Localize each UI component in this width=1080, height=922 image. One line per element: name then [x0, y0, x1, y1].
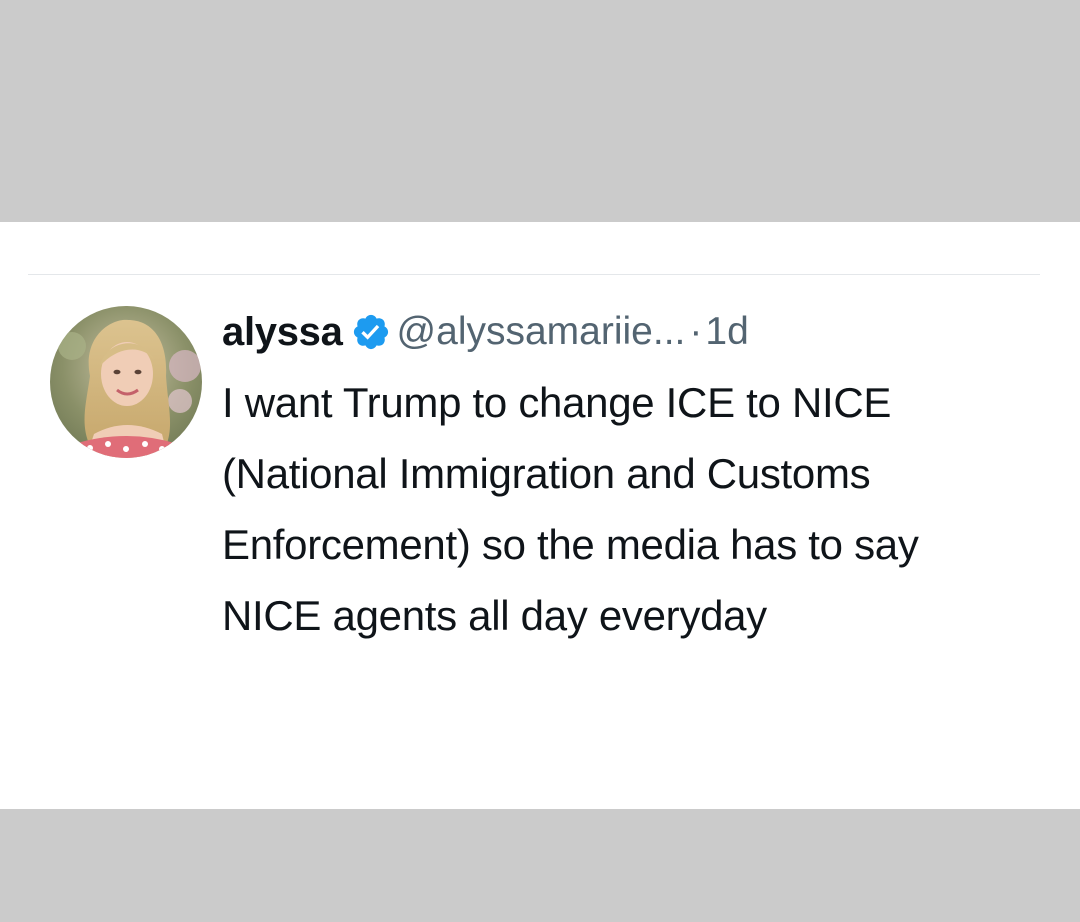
tweet-timestamp[interactable]: 1d: [705, 310, 748, 354]
user-handle[interactable]: @alyssamariie...: [397, 310, 686, 354]
tweet-body: alyssa @alyssamariie... · 1d I want Trum…: [222, 305, 1022, 651]
divider: [28, 274, 1040, 275]
tweet-card[interactable]: alyssa @alyssamariie... · 1d I want Trum…: [0, 222, 1080, 809]
display-name[interactable]: alyssa: [222, 310, 343, 355]
separator-dot: ·: [689, 310, 703, 353]
verified-badge-icon[interactable]: [351, 312, 391, 352]
tweet-header: alyssa @alyssamariie... · 1d: [222, 305, 1022, 359]
tweet-text: I want Trump to change ICE to NICE (Nati…: [222, 379, 919, 639]
avatar-photo: [50, 306, 202, 458]
avatar[interactable]: [50, 306, 202, 458]
